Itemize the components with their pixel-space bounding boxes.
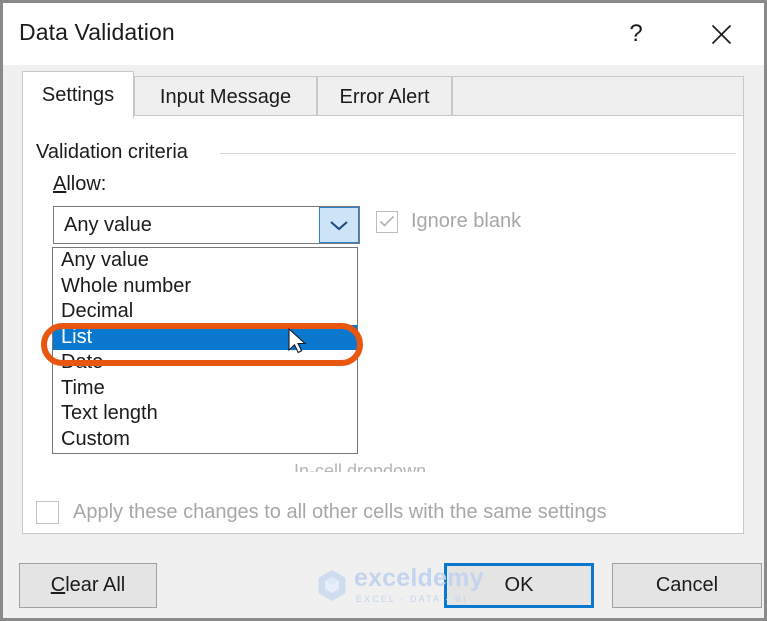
tab-input-message[interactable]: Input Message (134, 76, 317, 118)
help-button[interactable]: ? (613, 13, 659, 55)
clear-all-accesskey: C (50, 574, 66, 596)
close-x-icon (711, 24, 732, 45)
allow-combobox-dropdown-button[interactable] (319, 207, 359, 243)
ignore-blank-label: Ignore blank (411, 210, 522, 232)
clear-all-label: Clear All (51, 574, 125, 597)
title-bar: Data Validation ? (3, 3, 764, 65)
hexagon-cube-logo-icon (317, 569, 347, 602)
allow-combobox-value: Any value (64, 214, 152, 236)
chevron-down-icon (329, 219, 349, 232)
dropdown-option-date[interactable]: Date (53, 350, 357, 376)
dropdown-option-any-value[interactable]: Any value (53, 248, 357, 274)
allow-combobox[interactable]: Any value (53, 206, 360, 244)
cancel-button-label: Cancel (655, 574, 719, 596)
window-title: Data Validation (19, 19, 175, 45)
data-validation-dialog-screenshot: Data Validation ? Settings Input Message (0, 0, 767, 621)
apply-to-all-cells-checkbox[interactable] (36, 501, 59, 524)
ok-button[interactable]: OK (444, 563, 594, 608)
group-divider (220, 153, 736, 154)
checkmark-icon (379, 215, 395, 228)
validation-criteria-label: Validation criteria (36, 141, 198, 164)
ignore-blank-checkbox[interactable] (376, 210, 398, 233)
dropdown-option-custom[interactable]: Custom (53, 427, 357, 453)
tab-input-message-label: Input Message (159, 86, 292, 108)
close-button[interactable] (698, 13, 744, 55)
ok-button-label: OK (504, 574, 534, 596)
tab-strip: Settings Input Message Error Alert (3, 65, 764, 118)
obscured-incell-dropdown-text: In-cell dropdown (294, 461, 427, 472)
ignore-blank-row[interactable]: Ignore blank (376, 210, 521, 233)
allow-label: Allow: (53, 173, 106, 196)
dropdown-option-whole-number[interactable]: Whole number (53, 274, 357, 300)
tab-error-alert[interactable]: Error Alert (317, 76, 452, 118)
tab-settings-label: Settings (41, 83, 115, 106)
dropdown-option-list[interactable]: List (53, 324, 357, 350)
tab-strip-filler (452, 76, 744, 118)
clear-all-button[interactable]: Clear All (19, 563, 157, 608)
tab-error-alert-label: Error Alert (339, 86, 430, 108)
cancel-button[interactable]: Cancel (612, 563, 762, 608)
tab-settings[interactable]: Settings (22, 71, 134, 118)
clear-all-label-rest: lear All (65, 574, 126, 596)
allow-dropdown-list[interactable]: Any value Whole number Decimal List Date… (52, 247, 358, 454)
allow-label-rest: llow: (66, 173, 107, 195)
dropdown-option-text-length[interactable]: Text length (53, 401, 357, 427)
data-validation-window: Data Validation ? Settings Input Message (0, 0, 767, 621)
dropdown-option-time[interactable]: Time (53, 376, 357, 402)
apply-to-all-cells-row[interactable]: Apply these changes to all other cells w… (36, 501, 607, 524)
apply-to-all-cells-label: Apply these changes to all other cells w… (73, 501, 607, 523)
dropdown-option-decimal[interactable]: Decimal (53, 299, 357, 325)
allow-label-accesskey: A (53, 173, 67, 195)
